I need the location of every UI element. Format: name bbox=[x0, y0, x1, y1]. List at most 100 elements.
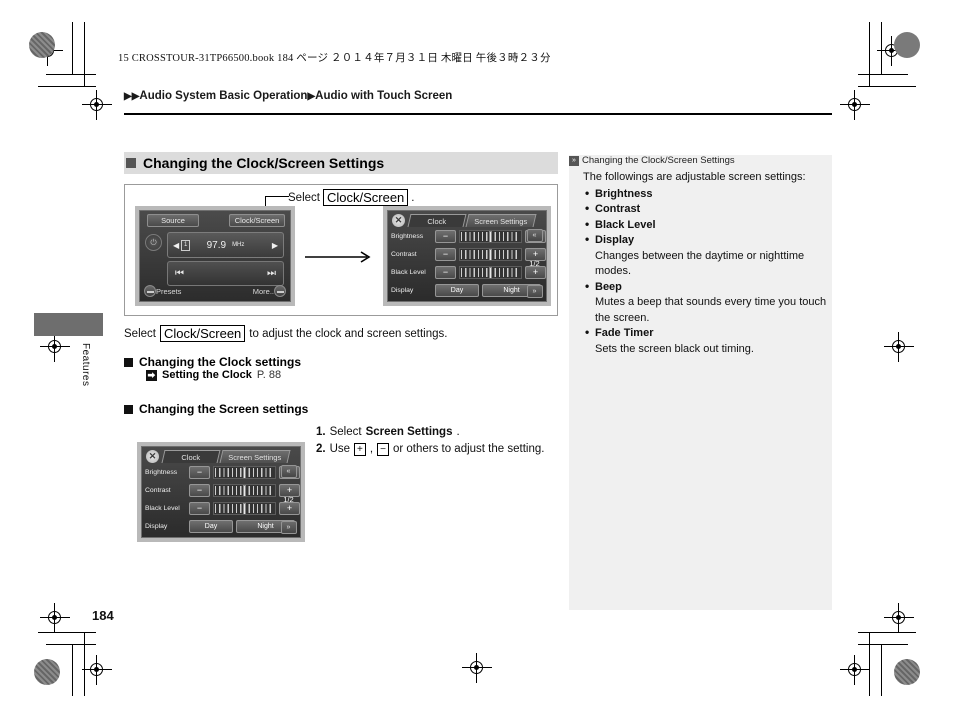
close-icon-2[interactable]: ✕ bbox=[146, 450, 159, 463]
scroll-up-icon-2[interactable]: « bbox=[280, 465, 297, 478]
black-level-slider-thumb[interactable] bbox=[489, 267, 492, 278]
registration-mark-bottom-right-2 bbox=[884, 603, 914, 633]
step-2: 2. Use +, − or others to adjust the sett… bbox=[316, 441, 561, 458]
clock-screen-button[interactable]: Clock/Screen bbox=[229, 214, 285, 227]
bullet-square-icon-3 bbox=[124, 404, 133, 414]
section-thumb-tab-label: Features bbox=[80, 343, 91, 387]
registration-mark-right-mid bbox=[884, 332, 914, 362]
breadcrumb-part1: Audio System Basic Operation bbox=[139, 90, 308, 102]
black-level-slider-2[interactable] bbox=[213, 502, 276, 515]
row-contrast-2: Contrast − + bbox=[145, 483, 300, 498]
close-icon[interactable]: ✕ bbox=[392, 214, 405, 227]
brightness-label-2: Brightness bbox=[145, 469, 178, 476]
body-select-key: Clock/Screen bbox=[159, 325, 246, 342]
frequency-display: ◀ 1 97.9 MHz ▶ bbox=[167, 232, 284, 258]
page-number: 184 bbox=[92, 608, 114, 623]
callout-key: Clock/Screen bbox=[322, 189, 409, 206]
brightness-slider-2[interactable] bbox=[213, 466, 276, 479]
crop-mark-tl-v bbox=[72, 22, 73, 74]
crop-mark-tl-h bbox=[46, 74, 96, 75]
step-1: 1. Select Screen Settings. bbox=[316, 424, 561, 441]
step-2-minus-key: − bbox=[377, 443, 389, 456]
callout-prefix: Select bbox=[288, 191, 320, 204]
scroll-up-icon[interactable]: « bbox=[526, 229, 543, 242]
presets-label[interactable]: Presets bbox=[156, 287, 181, 296]
more-label[interactable]: More.. bbox=[253, 287, 274, 296]
tab-screen-settings-2[interactable]: Screen Settings bbox=[219, 450, 291, 463]
tab-screen-settings[interactable]: Screen Settings bbox=[465, 214, 537, 227]
section-heading: Changing the Clock/Screen Settings bbox=[126, 153, 384, 173]
registration-mark-top-left-2 bbox=[40, 332, 70, 362]
tune-up-icon[interactable]: ▶ bbox=[272, 241, 278, 250]
sidebar-body: The followings are adjustable screen set… bbox=[583, 170, 831, 357]
color-patch-top-left bbox=[29, 32, 55, 58]
xref-page: P. 88 bbox=[256, 369, 282, 381]
tune-down-icon[interactable]: ◀ bbox=[173, 241, 179, 250]
settings-tabbar-bottom: ✕ Clock Screen Settings bbox=[142, 449, 300, 464]
flow-arrow-icon bbox=[305, 251, 371, 263]
breadcrumb-marker-icon: ▶▶ bbox=[124, 91, 140, 102]
crop-mark-tr-h bbox=[858, 74, 908, 75]
brightness-minus-button[interactable]: − bbox=[435, 230, 456, 243]
brightness-slider[interactable] bbox=[459, 230, 522, 243]
body-select-line: Select Clock/Screen to adjust the clock … bbox=[124, 325, 447, 342]
contrast-slider-2[interactable] bbox=[213, 484, 276, 497]
contrast-slider[interactable] bbox=[459, 248, 522, 261]
step-2-plus-key: + bbox=[354, 443, 366, 456]
seek-previous-icon[interactable]: ⏮ bbox=[175, 268, 184, 279]
radio-bottom-bar: Presets More.. bbox=[140, 283, 290, 299]
sidebar-title-text: Changing the Clock/Screen Settings bbox=[582, 155, 735, 166]
contrast-slider-thumb[interactable] bbox=[489, 249, 492, 260]
sidebar-desc-beep: Mutes a beep that sounds every time you … bbox=[595, 296, 827, 324]
contrast-minus-button[interactable]: − bbox=[435, 248, 456, 261]
frequency-value: 97.9 bbox=[206, 239, 227, 251]
step-1-number: 1. bbox=[316, 426, 326, 438]
step-2-post: or others to adjust the setting. bbox=[392, 443, 545, 455]
subheading-screen-settings-text: Changing the Screen settings bbox=[139, 402, 309, 416]
row-contrast: Contrast − + bbox=[391, 247, 546, 262]
seek-next-icon[interactable]: ⏭ bbox=[267, 268, 276, 279]
source-button[interactable]: Source bbox=[147, 214, 199, 227]
left-hard-key-icon[interactable] bbox=[144, 285, 156, 297]
xref-arrow-icon: ⮕ bbox=[146, 369, 157, 381]
black-level-minus-button[interactable]: − bbox=[435, 266, 456, 279]
row-display: Display Day Night bbox=[391, 283, 541, 298]
brightness-minus-button-2[interactable]: − bbox=[189, 466, 210, 479]
tab-clock[interactable]: Clock bbox=[407, 214, 467, 227]
sidebar-item-black-level: Black Level bbox=[583, 217, 831, 234]
day-button-2[interactable]: Day bbox=[189, 520, 233, 533]
contrast-slider-thumb-2[interactable] bbox=[243, 485, 246, 496]
brightness-slider-thumb-2[interactable] bbox=[243, 467, 246, 478]
contrast-label: Contrast bbox=[391, 251, 417, 258]
black-level-slider[interactable] bbox=[459, 266, 522, 279]
scroll-down-icon-2[interactable]: » bbox=[280, 521, 297, 534]
step-1-pre: Select bbox=[329, 426, 362, 438]
row-display-2: Display Day Night bbox=[145, 519, 295, 534]
power-knob-icon[interactable]: ⏻ bbox=[145, 234, 162, 251]
crop-mark-br-v bbox=[881, 644, 882, 696]
black-level-minus-button-2[interactable]: − bbox=[189, 502, 210, 515]
settings-scroll-column-top: « 1/2 » bbox=[526, 229, 543, 298]
crop-mark-bl-v bbox=[72, 644, 73, 696]
cross-reference-setting-the-clock[interactable]: ⮕ Setting the Clock P. 88 bbox=[146, 369, 281, 381]
row-black-level-2: Black Level − + bbox=[145, 501, 300, 516]
registration-mark-bottom-center bbox=[462, 653, 492, 683]
frequency-unit: MHz bbox=[232, 242, 245, 248]
brightness-slider-thumb[interactable] bbox=[489, 231, 492, 242]
scroll-down-icon[interactable]: » bbox=[526, 285, 543, 298]
brightness-label: Brightness bbox=[391, 233, 424, 240]
sidebar-item-beep: Beep bbox=[583, 279, 831, 296]
contrast-minus-button-2[interactable]: − bbox=[189, 484, 210, 497]
row-brightness: Brightness − + bbox=[391, 229, 546, 244]
color-patch-top-right bbox=[894, 32, 920, 58]
black-level-slider-thumb-2[interactable] bbox=[243, 503, 246, 514]
sidebar-item-display: Display bbox=[583, 232, 831, 249]
day-button[interactable]: Day bbox=[435, 284, 479, 297]
right-hard-key-icon[interactable] bbox=[274, 285, 286, 297]
page-indicator-2: 1/2 bbox=[283, 495, 294, 504]
tab-screen-settings-label-2: Screen Settings bbox=[228, 453, 282, 462]
screen-settings-illustration-bottom: ✕ Clock Screen Settings Brightness − + C… bbox=[137, 442, 305, 542]
step-2-mid: , bbox=[369, 443, 374, 455]
registration-mark-bottom-left-2 bbox=[82, 655, 112, 685]
tab-clock-2[interactable]: Clock bbox=[161, 450, 221, 463]
